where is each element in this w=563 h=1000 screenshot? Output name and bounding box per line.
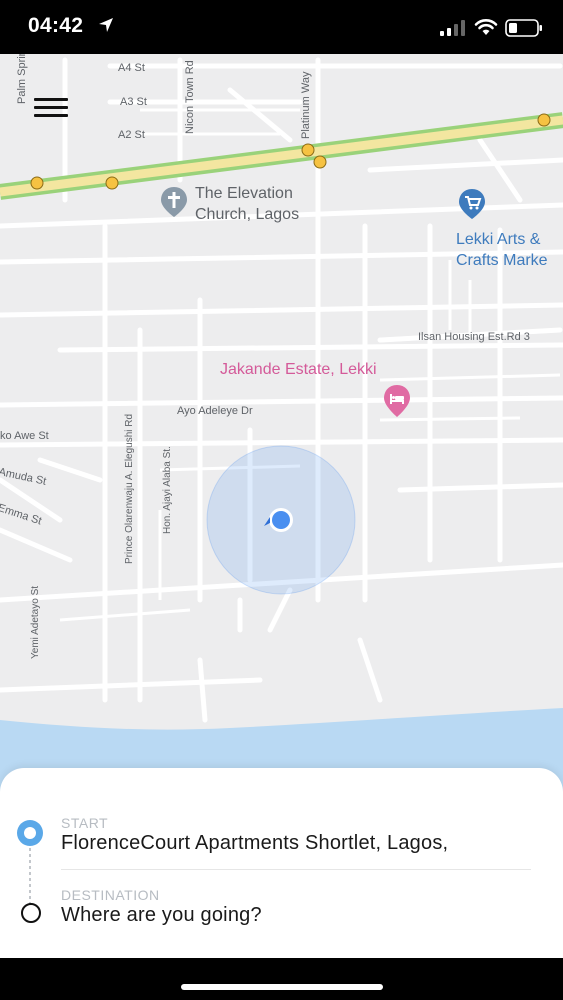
street-label: Hon. Ajayi Alaba St.	[162, 446, 173, 534]
cellular-signal-icon	[440, 20, 465, 36]
street-label: A2 St	[118, 129, 145, 141]
street-label: A3 St	[120, 96, 147, 108]
destination-circle-icon	[21, 903, 41, 923]
location-arrow-icon	[99, 18, 113, 32]
destination-field[interactable]: Where are you going?	[61, 904, 262, 927]
poi-church-line1: The Elevation	[195, 185, 293, 202]
app-screen: 04:42 A4 St A3 St A2 St Palm Springs Rd …	[0, 0, 563, 1000]
street-label: Yemi Adetayo St	[30, 585, 41, 659]
trip-sheet: START FlorenceCourt Apartments Shortlet,…	[0, 768, 563, 958]
street-label: ko Awe St	[0, 430, 49, 442]
status-time: 04:42	[28, 14, 84, 37]
start-location-icon	[17, 820, 43, 846]
destination-label: DESTINATION	[61, 887, 160, 903]
road-network	[0, 57, 563, 794]
wifi-icon	[474, 19, 498, 35]
poi-church[interactable]: The Elevation Church, Lagos	[195, 183, 299, 225]
poi-market[interactable]: Lekki Arts & Crafts Marke	[456, 229, 548, 271]
route-connector	[29, 848, 31, 904]
start-label: START	[61, 815, 109, 831]
battery-icon	[505, 19, 542, 37]
status-bar: 04:42	[0, 0, 563, 54]
divider	[61, 869, 531, 870]
shopping-cart-pin-icon	[459, 189, 485, 219]
street-label: Palm Springs Rd	[16, 54, 28, 104]
street-label: Ilsan Housing Est.Rd 3	[418, 331, 530, 343]
map-view[interactable]: A4 St A3 St A2 St Palm Springs Rd Nicon …	[0, 54, 563, 794]
poi-market-line2: Crafts Marke	[456, 252, 548, 269]
street-label: A4 St	[118, 62, 145, 74]
poi-market-line1: Lekki Arts &	[456, 231, 541, 248]
start-field[interactable]: FlorenceCourt Apartments Shortlet, Lagos…	[61, 832, 448, 855]
street-label: Ayo Adeleye Dr	[177, 405, 253, 417]
poi-estate[interactable]: Jakande Estate, Lekki	[220, 359, 377, 380]
church-pin-icon	[161, 187, 187, 217]
menu-icon[interactable]	[34, 98, 68, 118]
hotel-pin-icon	[384, 385, 410, 417]
street-label: Platinum Way	[300, 71, 312, 139]
poi-church-line2: Church, Lagos	[195, 206, 300, 223]
home-area	[0, 958, 563, 1000]
street-label: Nicon Town Rd	[184, 60, 196, 134]
home-indicator[interactable]	[181, 984, 383, 990]
street-label: Prince Olarenwaju A. Elegushi Rd	[124, 413, 135, 564]
